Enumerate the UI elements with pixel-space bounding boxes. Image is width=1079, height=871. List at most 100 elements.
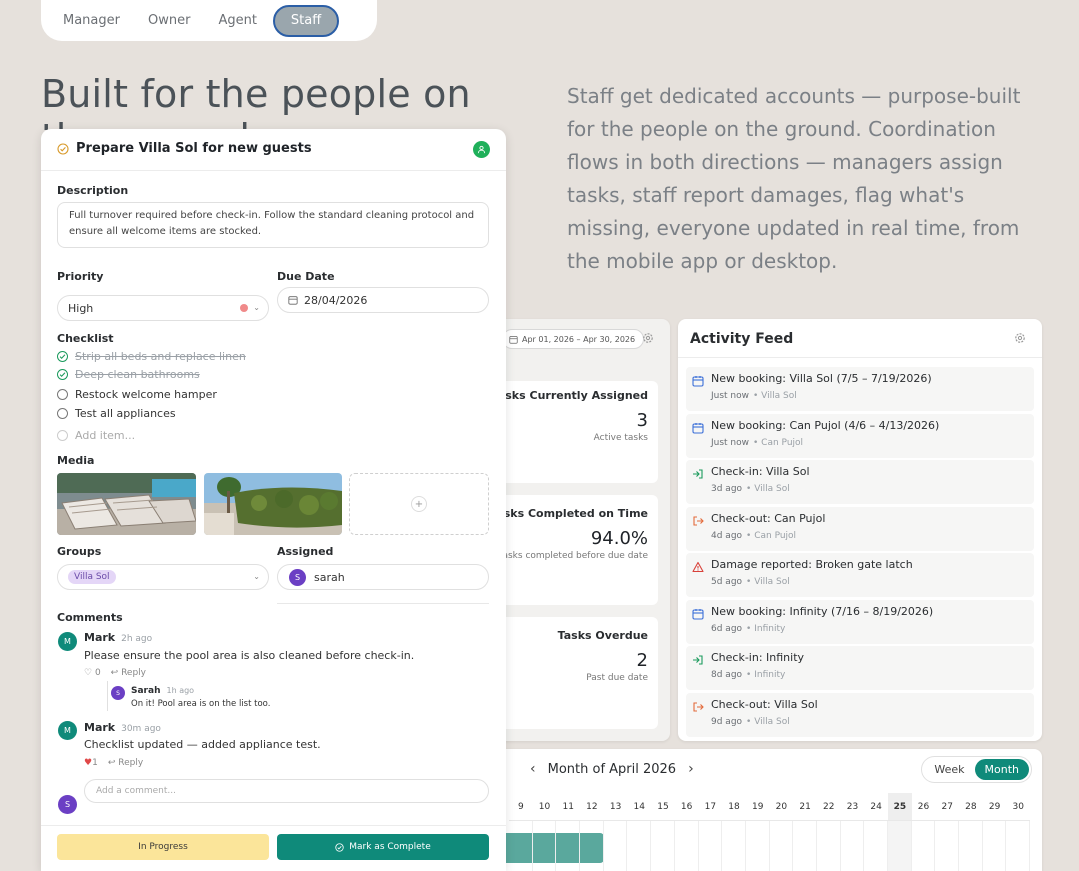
checkbox-icon[interactable] <box>57 388 68 400</box>
checkbox-icon[interactable] <box>57 407 68 419</box>
view-week-button[interactable]: Week <box>924 759 974 780</box>
add-media-button[interactable]: + <box>349 473 489 535</box>
user-icon[interactable] <box>473 141 490 158</box>
checkbox-checked-icon[interactable] <box>57 350 68 362</box>
tab-manager[interactable]: Manager <box>49 5 134 37</box>
chevron-left-icon[interactable]: ‹ <box>530 761 536 777</box>
check-out-icon <box>693 515 704 526</box>
comment-time: 2h ago <box>121 634 153 644</box>
calendar-day[interactable]: 22 <box>816 793 841 821</box>
checkbox-checked-icon[interactable] <box>57 368 68 380</box>
feed-item[interactable]: New booking: Infinity (7/16 – 8/19/2026)… <box>686 599 1034 644</box>
calendar-day[interactable]: 25 <box>888 793 912 821</box>
calendar-cell[interactable] <box>722 821 746 871</box>
calendar-day[interactable]: 28 <box>959 793 983 821</box>
like-button[interactable]: ♡ 0 <box>84 668 101 678</box>
comment-input[interactable]: Add a comment... <box>84 779 489 803</box>
calendar-cell[interactable] <box>556 821 581 871</box>
description-field[interactable]: Full turnover required before check-in. … <box>57 202 489 248</box>
like-button[interactable]: ♥1 <box>84 758 98 768</box>
feed-item[interactable]: New booking: Can Pujol (4/6 – 4/13/2026)… <box>686 413 1034 458</box>
calendar-cell[interactable] <box>746 821 770 871</box>
calendar-day[interactable]: 17 <box>698 793 723 821</box>
reply-button[interactable]: ↩ Reply <box>111 668 146 678</box>
feed-item-meta: 9d ago • Villa Sol <box>711 717 790 727</box>
calendar-cell[interactable] <box>935 821 960 871</box>
status-in-progress-button[interactable]: In Progress <box>57 834 269 860</box>
groups-select[interactable]: Villa Sol ⌄ <box>57 564 269 590</box>
stat-subtitle: Tasks completed before due date <box>498 551 648 561</box>
avatar: S <box>111 686 125 700</box>
calendar-day[interactable]: 26 <box>911 793 936 821</box>
feed-item[interactable]: Check-out: Villa Sol 9d ago • Villa Sol <box>686 692 1034 737</box>
calendar-cell[interactable] <box>1006 821 1031 871</box>
calendar-day[interactable]: 24 <box>864 793 888 821</box>
checklist-item[interactable]: Test all appliances <box>57 405 176 421</box>
calendar-cell[interactable] <box>888 821 912 871</box>
calendar-cell[interactable] <box>627 821 652 871</box>
calendar-day[interactable]: 27 <box>935 793 960 821</box>
calendar-day[interactable]: 10 <box>532 793 557 821</box>
calendar-day[interactable]: 14 <box>627 793 652 821</box>
calendar-cell[interactable] <box>699 821 723 871</box>
feed-item-location: • Infinity <box>746 623 786 634</box>
calendar-day[interactable]: 21 <box>793 793 817 821</box>
calendar-cell[interactable] <box>770 821 794 871</box>
feed-item[interactable]: Check-in: Infinity 8d ago • Infinity <box>686 646 1034 690</box>
calendar-day[interactable]: 29 <box>982 793 1007 821</box>
media-thumbnail[interactable] <box>57 473 196 535</box>
calendar-day[interactable]: 23 <box>840 793 865 821</box>
calendar-day[interactable]: 20 <box>769 793 794 821</box>
calendar-day[interactable]: 9 <box>509 793 533 821</box>
calendar-cell[interactable] <box>580 821 604 871</box>
chevron-right-icon[interactable]: › <box>688 761 694 777</box>
pool-loungers-image <box>57 473 196 535</box>
feed-item-title: Damage reported: Broken gate latch <box>711 558 913 571</box>
feed-item[interactable]: Check-out: Can Pujol 4d ago • Can Pujol <box>686 506 1034 551</box>
feed-item[interactable]: Check-in: Villa Sol 3d ago • Villa Sol <box>686 460 1034 504</box>
calendar-day[interactable]: 19 <box>745 793 770 821</box>
group-tag[interactable]: Villa Sol <box>68 570 116 584</box>
calendar-cell[interactable] <box>793 821 817 871</box>
priority-select[interactable]: High ⌄ <box>57 295 269 321</box>
checklist-add-item[interactable]: Add item... <box>57 427 135 443</box>
checklist-item[interactable]: Deep clean bathrooms <box>57 366 200 382</box>
tab-staff[interactable]: Staff <box>272 4 340 37</box>
calendar-cell[interactable] <box>675 821 699 871</box>
calendar-cell[interactable] <box>604 821 628 871</box>
checklist-item[interactable]: Strip all beds and replace linen <box>57 348 246 364</box>
checklist-item[interactable]: Restock welcome hamper <box>57 386 217 402</box>
gear-icon[interactable] <box>642 332 654 344</box>
media-thumbnail[interactable] <box>204 473 342 535</box>
calendar-cell[interactable] <box>509 821 533 871</box>
calendar-day[interactable]: 18 <box>722 793 746 821</box>
stat-title: Tasks Completed on Time <box>490 507 648 520</box>
gear-icon[interactable] <box>1014 332 1026 344</box>
mark-complete-button[interactable]: Mark as Complete <box>277 834 489 860</box>
calendar-cell[interactable] <box>841 821 865 871</box>
feed-item[interactable]: Damage reported: Broken gate latch 5d ag… <box>686 553 1034 597</box>
calendar-cell[interactable] <box>983 821 1007 871</box>
calendar-day[interactable]: 11 <box>556 793 581 821</box>
calendar-day[interactable]: 13 <box>603 793 628 821</box>
assignee-select[interactable]: S sarah <box>277 564 489 590</box>
feed-item[interactable]: New booking: Villa Sol (7/5 – 7/19/2026)… <box>686 367 1034 411</box>
tab-owner[interactable]: Owner <box>134 5 204 37</box>
calendar-cell[interactable] <box>817 821 841 871</box>
calendar-cell[interactable] <box>959 821 983 871</box>
reply-button[interactable]: ↩ Reply <box>108 758 143 768</box>
calendar-cell[interactable] <box>864 821 888 871</box>
calendar-day[interactable]: 12 <box>580 793 604 821</box>
calendar-cell[interactable] <box>533 821 557 871</box>
calendar-cell[interactable] <box>912 821 936 871</box>
calendar-day[interactable]: 30 <box>1006 793 1031 821</box>
view-month-button[interactable]: Month <box>974 759 1029 780</box>
feed-item-location: • Can Pujol <box>746 530 797 541</box>
calendar-cell[interactable] <box>651 821 675 871</box>
calendar-day[interactable]: 16 <box>674 793 699 821</box>
add-item-input[interactable]: Add item... <box>75 429 135 442</box>
tab-agent[interactable]: Agent <box>204 5 270 37</box>
calendar-day[interactable]: 15 <box>651 793 675 821</box>
due-date-field[interactable]: 28/04/2026 <box>277 287 489 313</box>
date-range-picker[interactable]: Apr 01, 2026 – Apr 30, 2026 <box>502 329 645 349</box>
